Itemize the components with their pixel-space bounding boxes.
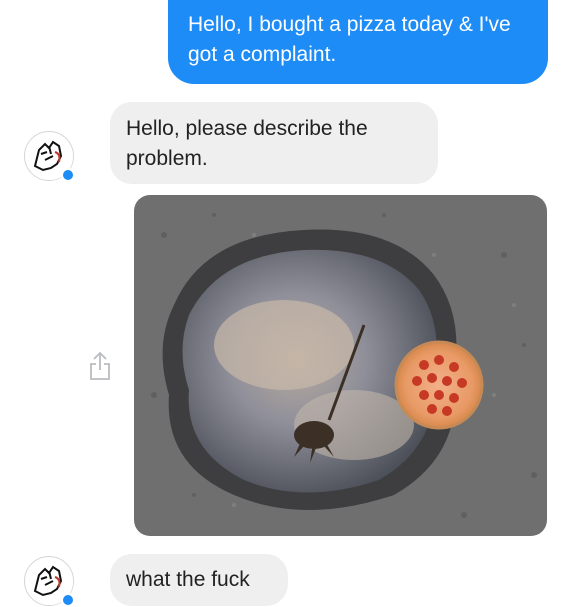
messenger-badge-icon — [61, 168, 75, 182]
sender-avatar[interactable] — [24, 556, 75, 607]
incoming-message-bubble[interactable]: Hello, please describe the problem. — [110, 102, 438, 184]
outgoing-message-bubble[interactable]: Hello, I bought a pizza today & I've got… — [168, 0, 548, 84]
messenger-badge-icon — [61, 593, 75, 607]
incoming-message-text: what the fuck — [126, 568, 250, 591]
incoming-message-bubble[interactable]: what the fuck — [110, 554, 288, 606]
sender-avatar[interactable] — [24, 131, 75, 182]
photo-attachment[interactable] — [134, 195, 547, 536]
incoming-message-text: Hello, please describe the problem. — [126, 117, 368, 170]
share-icon[interactable] — [88, 350, 112, 382]
outgoing-message-text: Hello, I bought a pizza today & I've got… — [188, 13, 511, 66]
pizza-in-puddle-image — [134, 195, 547, 536]
